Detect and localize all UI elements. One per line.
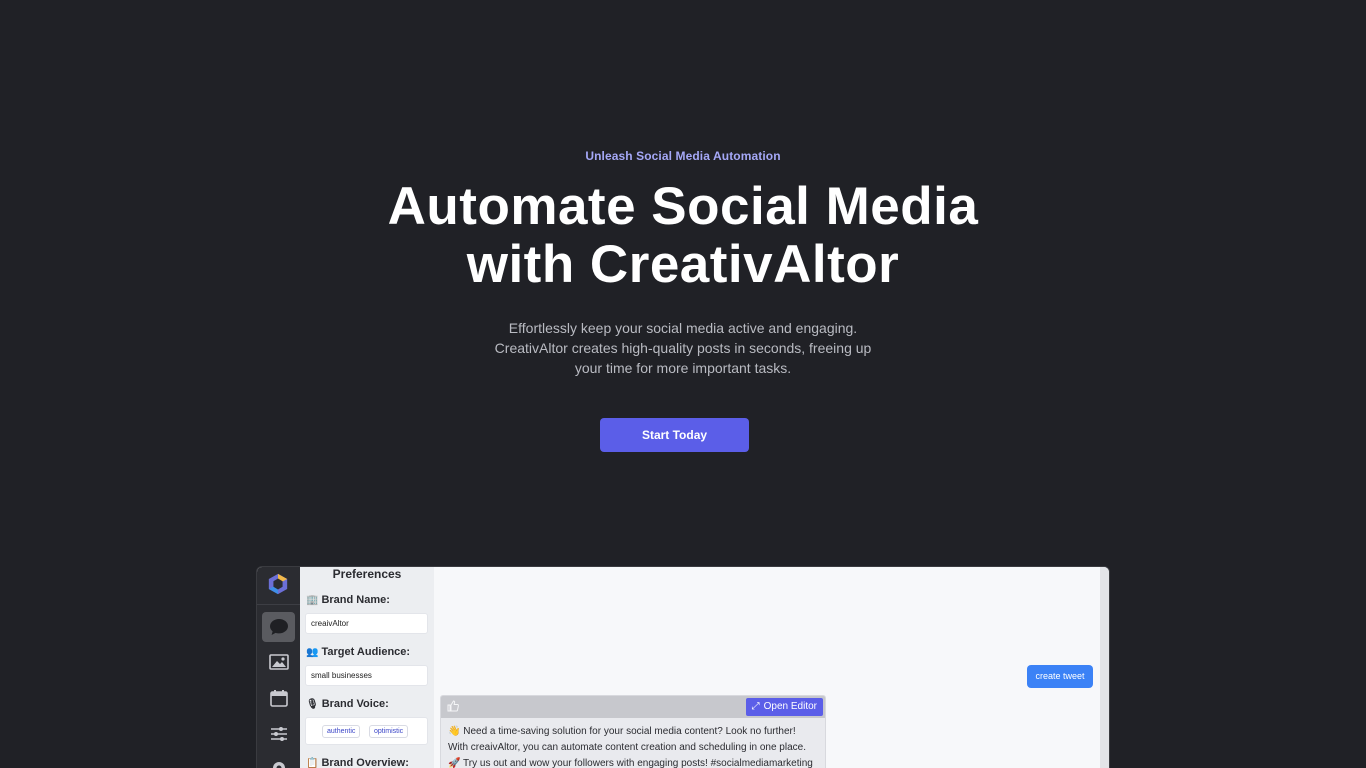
brand-voice-label-text: Brand Voice: xyxy=(321,698,389,710)
sidebar-item-calendar[interactable] xyxy=(262,683,295,713)
open-editor-label: Open Editor xyxy=(763,701,817,712)
app-sidebar xyxy=(257,567,300,768)
thumbs-up-icon[interactable] xyxy=(447,700,459,712)
target-audience-label-text: Target Audience: xyxy=(321,646,411,658)
voice-tag-optimistic[interactable]: optimistic xyxy=(369,725,409,738)
image-icon xyxy=(268,654,289,670)
tweet-card-body: 👋 Need a time-saving solution for your s… xyxy=(441,718,825,768)
brand-name-label-text: Brand Name: xyxy=(321,594,390,606)
hero-headline-line1: Automate Social Media xyxy=(387,177,979,236)
hero-headline-line2: with CreativAltor xyxy=(466,235,900,294)
brand-voice-field[interactable]: authentic optimistic xyxy=(305,717,428,745)
sidebar-divider xyxy=(257,604,300,605)
chat-content-area: create tweet ⤢ Open Editor 👋 Need a time… xyxy=(434,567,1100,768)
microphone-icon: 🎙 xyxy=(306,698,319,710)
people-icon: 👥 xyxy=(306,646,319,658)
brand-name-field[interactable]: creaivAltor xyxy=(305,613,428,634)
brand-name-label: 🏢 Brand Name: xyxy=(306,594,390,606)
voice-tag-authentic[interactable]: authentic xyxy=(322,725,361,738)
content-scrollbar[interactable] xyxy=(1100,567,1109,768)
app-preview: Preferences 🏢 Brand Name: creaivAltor 👥 … xyxy=(256,566,1110,768)
start-today-button[interactable]: Start Today xyxy=(600,418,749,452)
brand-overview-label-text: Brand Overview: xyxy=(321,757,409,768)
sliders-icon xyxy=(270,727,287,741)
tweet-line-1: 👋 Need a time-saving solution for your s… xyxy=(448,726,796,737)
calendar-icon xyxy=(269,690,288,707)
gear-icon xyxy=(272,762,285,768)
hero-subtitle: Effortlessly keep your social media acti… xyxy=(494,320,872,376)
preferences-panel: Preferences 🏢 Brand Name: creaivAltor 👥 … xyxy=(300,567,434,768)
tweet-line-3: 🚀 Try us out and wow your followers with… xyxy=(448,758,813,768)
chat-icon xyxy=(269,619,288,635)
hero-eyebrow: Unleash Social Media Automation xyxy=(585,149,781,163)
sidebar-item-chat[interactable] xyxy=(262,612,295,642)
hero-headline: Automate Social Media with CreativAltor xyxy=(0,178,1366,294)
building-icon: 🏢 xyxy=(306,594,319,606)
tweet-card-header: ⤢ Open Editor xyxy=(441,696,825,718)
expand-icon: ⤢ xyxy=(751,701,760,712)
preferences-title: Preferences xyxy=(332,567,402,581)
brand-overview-label: 📋 Brand Overview: xyxy=(306,757,409,768)
tweet-line-2: With creaivAltor, you can automate conte… xyxy=(448,742,806,753)
sidebar-item-settings[interactable] xyxy=(262,719,295,749)
logo-icon xyxy=(268,573,288,595)
sidebar-item-gear[interactable] xyxy=(262,753,295,768)
overview-icon: 📋 xyxy=(306,757,319,768)
open-editor-button[interactable]: ⤢ Open Editor xyxy=(745,698,823,716)
create-tweet-button[interactable]: create tweet xyxy=(1027,665,1093,688)
sidebar-item-images[interactable] xyxy=(262,647,295,677)
target-audience-label: 👥 Target Audience: xyxy=(306,646,410,658)
tweet-card: ⤢ Open Editor 👋 Need a time-saving solut… xyxy=(440,695,826,768)
target-audience-field[interactable]: small businesses xyxy=(305,665,428,686)
brand-voice-label: 🎙 Brand Voice: xyxy=(306,698,389,710)
